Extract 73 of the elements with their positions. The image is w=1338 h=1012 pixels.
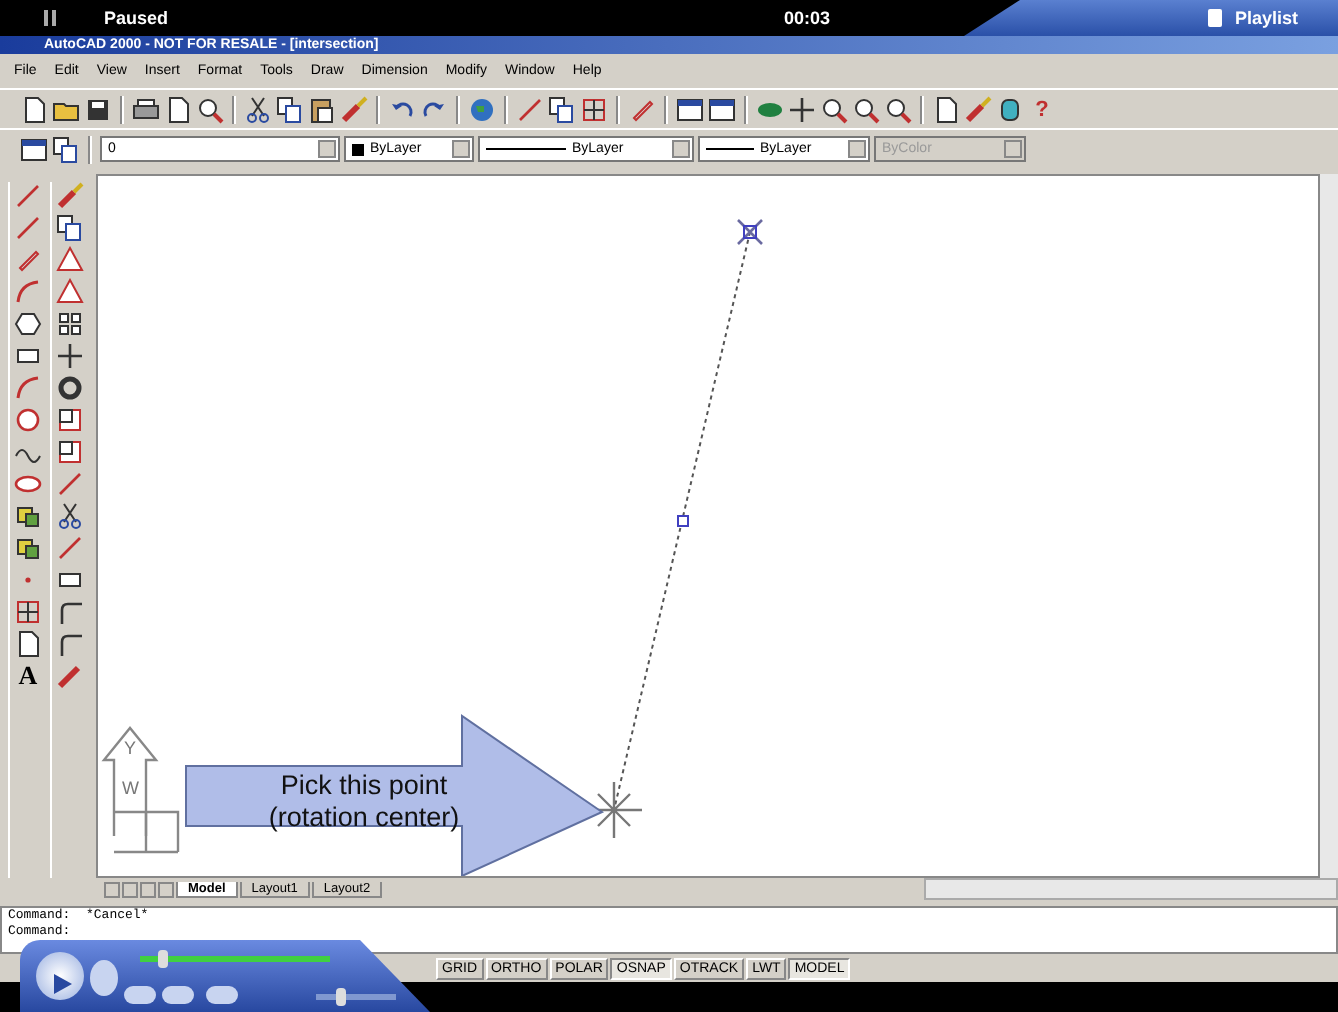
document-icon[interactable] — [1206, 8, 1225, 28]
cylinder-icon[interactable] — [996, 95, 1024, 123]
window-icon[interactable] — [20, 135, 48, 163]
seek-track[interactable] — [140, 956, 330, 962]
magnifier-icon[interactable] — [852, 95, 880, 123]
horizontal-scrollbar[interactable] — [924, 878, 1338, 900]
hatch-icon[interactable] — [580, 95, 608, 123]
move-icon[interactable] — [788, 95, 816, 123]
play-button[interactable] — [36, 952, 84, 1000]
corner-icon[interactable] — [56, 598, 84, 626]
circle-icon[interactable] — [14, 406, 42, 434]
arc-icon[interactable] — [14, 278, 42, 306]
line-icon[interactable] — [56, 470, 84, 498]
copy-icon[interactable] — [548, 95, 576, 123]
arc-icon[interactable] — [14, 374, 42, 402]
line-icon[interactable] — [56, 534, 84, 562]
callout-text: Pick this point (rotation center) — [266, 770, 462, 834]
window-icon[interactable] — [708, 95, 736, 123]
elapsed-time: 00:03 — [784, 8, 833, 28]
line-icon[interactable] — [14, 182, 42, 210]
document-icon[interactable] — [932, 95, 960, 123]
stop-button[interactable] — [90, 960, 118, 996]
magnifier-icon[interactable] — [196, 95, 224, 123]
corner-icon[interactable] — [56, 630, 84, 658]
ellipse-icon[interactable] — [14, 470, 42, 498]
window-icon[interactable] — [676, 95, 704, 123]
vertical-scrollbar[interactable] — [1320, 174, 1338, 878]
pen-icon[interactable] — [56, 662, 84, 690]
copy-icon[interactable] — [52, 135, 80, 163]
magnifier-icon[interactable] — [884, 95, 912, 123]
copy-icon[interactable] — [56, 214, 84, 242]
playlist-button[interactable]: Playlist — [1234, 8, 1298, 28]
move-icon[interactable] — [56, 342, 84, 370]
hexagon-icon[interactable] — [14, 310, 42, 338]
y-axis-label: Y — [124, 738, 137, 758]
magnifier-icon[interactable] — [820, 95, 848, 123]
document-icon[interactable] — [20, 95, 48, 123]
volume-thumb[interactable] — [336, 988, 346, 1006]
play-icon[interactable] — [54, 973, 72, 993]
volume-track[interactable] — [316, 994, 396, 1000]
ucs-icon — [101, 726, 180, 854]
copy-icon[interactable] — [276, 95, 304, 123]
hatch-icon[interactable] — [14, 598, 42, 626]
x-marker — [736, 218, 764, 246]
scissors-icon[interactable] — [56, 502, 84, 530]
triangle-icon[interactable] — [56, 278, 84, 306]
seek-thumb[interactable] — [158, 950, 169, 968]
line-icon[interactable] — [14, 214, 42, 242]
w-label: W — [122, 778, 139, 798]
triangle-icon[interactable] — [56, 246, 84, 274]
brush-icon[interactable] — [964, 95, 992, 123]
playback-status: Paused — [104, 8, 171, 28]
square-icon[interactable] — [56, 406, 84, 434]
previous-button[interactable] — [124, 986, 156, 1004]
next-button[interactable] — [162, 986, 194, 1004]
document-icon[interactable] — [14, 630, 42, 658]
grip-square — [677, 515, 689, 527]
globe-icon[interactable] — [468, 95, 496, 123]
text-tool-button[interactable]: A — [18, 662, 38, 690]
drawing-canvas[interactable]: Y W Pick this point (rotation center) — [96, 174, 1320, 878]
line-icon[interactable] — [516, 95, 544, 123]
brush-icon[interactable] — [56, 182, 84, 210]
square-icon[interactable] — [56, 438, 84, 466]
grid-icon[interactable] — [56, 310, 84, 338]
printer-icon[interactable] — [132, 95, 160, 123]
mute-button[interactable] — [206, 986, 238, 1004]
brush-icon[interactable] — [340, 95, 368, 123]
help-button[interactable]: ? — [1028, 97, 1056, 121]
scissors-icon[interactable] — [244, 95, 272, 123]
pause-icon[interactable] — [44, 10, 56, 26]
clipboard-icon[interactable] — [308, 95, 336, 123]
ring-icon[interactable] — [56, 374, 84, 402]
document-icon[interactable] — [164, 95, 192, 123]
